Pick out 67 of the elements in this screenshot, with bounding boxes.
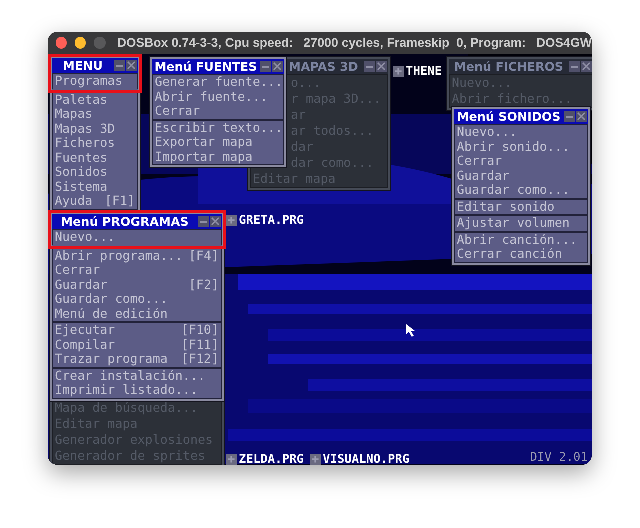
minimize-icon[interactable]	[364, 61, 375, 72]
menu-item[interactable]: Sonidos	[53, 165, 137, 180]
minimize-button[interactable]	[75, 37, 86, 49]
minimize-icon[interactable]	[569, 61, 580, 72]
menu-item[interactable]: Abrir programa... [F4]	[53, 248, 221, 263]
menu-item[interactable]: Ficheros	[53, 136, 137, 150]
close-icon[interactable]	[576, 111, 587, 122]
menu-item[interactable]: Mapas 3D	[53, 122, 137, 136]
menu-item[interactable]: Escribir texto...	[153, 120, 283, 135]
plus-box-icon[interactable]	[226, 214, 237, 226]
minimize-icon[interactable]	[198, 216, 209, 227]
close-icon[interactable]	[581, 61, 592, 72]
menu-title: MAPAS 3D	[289, 60, 358, 74]
menu-title: Menú FUENTES	[154, 60, 258, 74]
close-button[interactable]	[56, 37, 68, 49]
menu-item[interactable]: Cerrar	[455, 154, 587, 168]
menu-title: Menú FICHEROS	[453, 60, 565, 74]
file-label[interactable]: VISUALNO.PRG	[323, 452, 410, 465]
menu-item[interactable]: Nuevo...	[455, 125, 587, 140]
menu-item[interactable]: Nuevo...	[53, 230, 221, 244]
menu-item[interactable]: Ajustar volumen	[455, 216, 587, 230]
menu-item[interactable]: Ejecutar [F10]	[53, 323, 221, 338]
menu-item[interactable]: Guardar como...	[455, 183, 587, 198]
menu-item[interactable]: Abrir fuente...	[153, 90, 283, 104]
minimize-icon[interactable]	[114, 60, 125, 71]
menu-title: MENU	[62, 58, 104, 72]
menu-item[interactable]: Cerrar	[53, 263, 221, 278]
menu-item[interactable]: Cerrar canción	[455, 247, 587, 262]
menu-item[interactable]: Abrir canción...	[455, 232, 587, 247]
menu-item[interactable]: Cerrar	[153, 104, 283, 118]
menu-item[interactable]: Guardar [F2]	[53, 278, 221, 292]
menu-item[interactable]: Crear instalación...	[53, 368, 221, 383]
menu-item[interactable]: Compilar [F11]	[53, 338, 221, 352]
minimize-icon[interactable]	[260, 61, 271, 72]
close-icon[interactable]	[376, 61, 387, 72]
plus-box-icon[interactable]	[226, 454, 237, 464]
menu-item[interactable]: Ayuda [F1]	[53, 194, 137, 208]
minimize-icon[interactable]	[564, 111, 575, 122]
menu-item[interactable]: Guardar como...	[53, 292, 221, 306]
menu-item[interactable]: Trazar programa [F12]	[53, 352, 221, 366]
plus-box-icon[interactable]	[310, 454, 321, 464]
menu-item[interactable]: Programas	[53, 74, 137, 88]
version-label: DIV 2.01	[530, 450, 588, 464]
file-label[interactable]: GRETA.PRG	[239, 213, 304, 227]
close-icon[interactable]	[210, 216, 221, 227]
zoom-button[interactable]	[94, 37, 106, 49]
menu-title: Menú SONIDOS	[456, 110, 562, 124]
menu-item[interactable]: Editar sonido	[455, 200, 587, 214]
plus-box-icon[interactable]	[393, 66, 404, 76]
menu-title: Menú PROGRAMAS	[60, 214, 190, 228]
menu-item[interactable]: Abrir sonido...	[455, 140, 587, 154]
menu-item[interactable]: Exportar mapa	[153, 135, 283, 150]
window-title: DOSBox 0.74-3-3, Cpu speed: 27000 cycles, Frameskip 0, Program: DOS4GW	[118, 36, 592, 50]
menu-item[interactable]: Sistema	[53, 180, 137, 194]
menu-item[interactable]: Guardar	[455, 168, 587, 183]
menu-item[interactable]: Paletas	[53, 92, 137, 107]
menu-item[interactable]: Imprimir listado...	[53, 383, 221, 398]
file-label[interactable]: THENE	[406, 64, 442, 78]
close-icon[interactable]	[272, 61, 283, 72]
close-icon[interactable]	[126, 60, 137, 71]
menu-item[interactable]: Menú de edición	[53, 306, 221, 321]
menu-item[interactable]: Importar mapa	[153, 150, 283, 164]
menu-item[interactable]: Fuentes	[53, 150, 137, 165]
menu-item[interactable]: Mapas	[53, 107, 137, 122]
mouse-pointer-icon	[406, 324, 416, 338]
file-label[interactable]: ZELDA.PRG	[239, 452, 304, 465]
menu-item[interactable]: Generar fuente...	[153, 75, 283, 90]
